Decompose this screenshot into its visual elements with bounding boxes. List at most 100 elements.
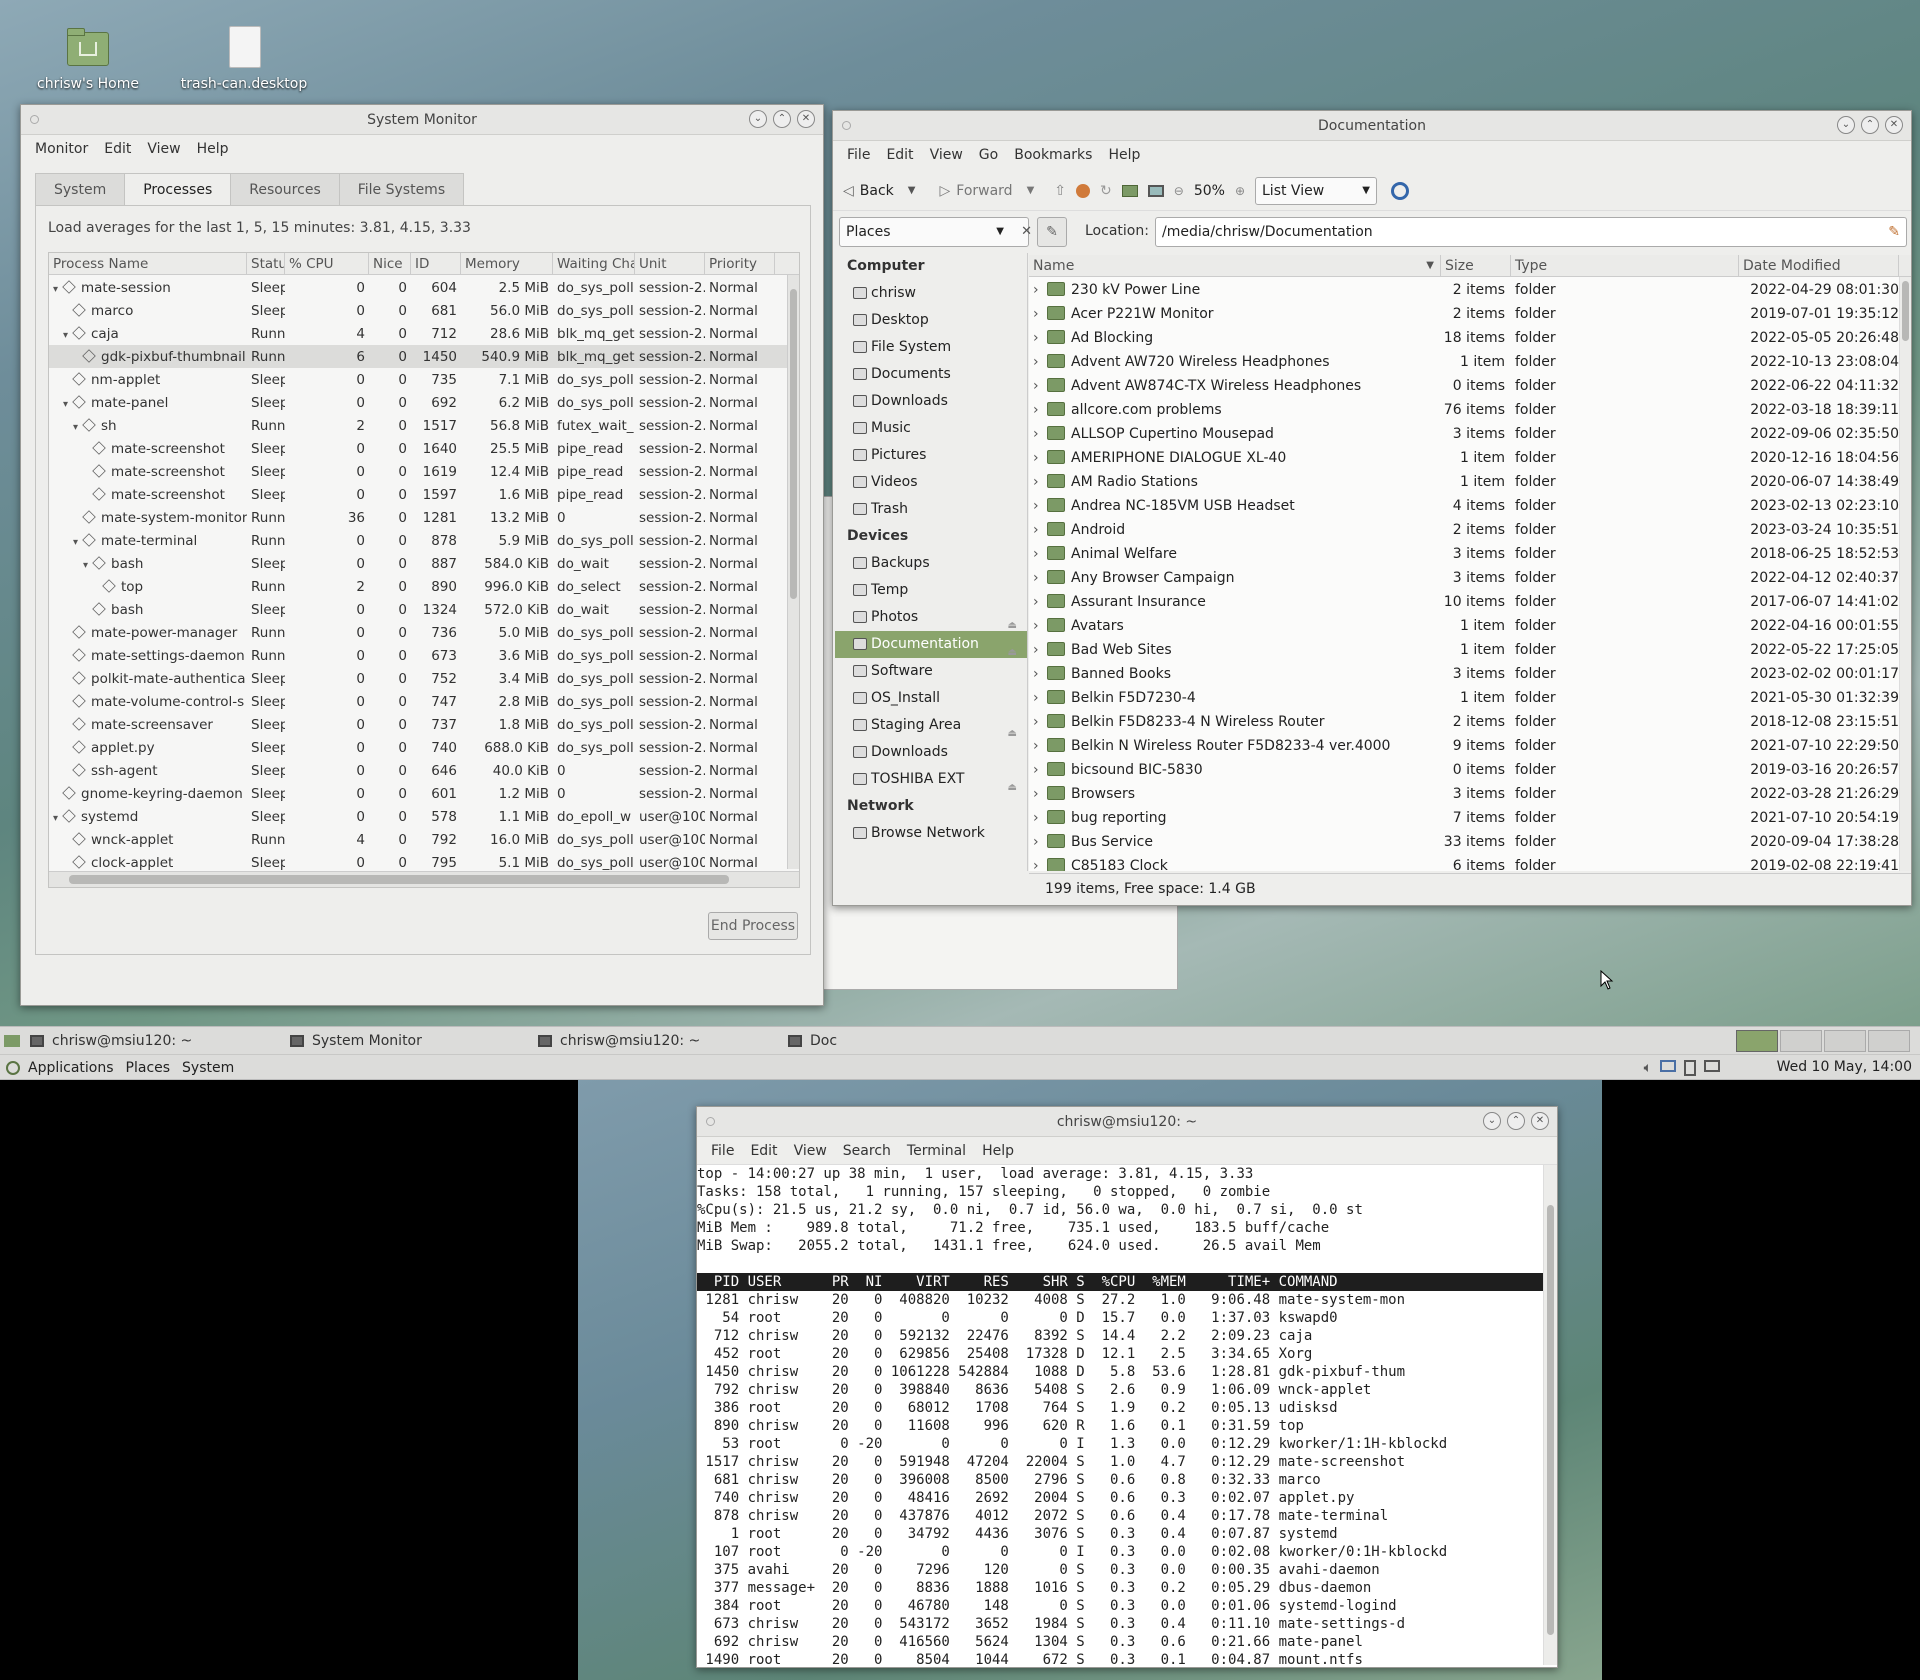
close-icon[interactable]: ✕ <box>1885 116 1903 134</box>
sidebar-item[interactable]: Videos <box>835 469 1027 496</box>
expander-icon[interactable]: ▾ <box>53 813 63 824</box>
list-item[interactable]: › ALLSOP Cupertino Mousepad 3 items folder 2… <box>1029 422 1899 446</box>
vertical-scrollbar[interactable] <box>1899 277 1911 871</box>
places-menu[interactable]: Places <box>126 1060 171 1076</box>
sidebar-item[interactable]: Documentation ⏏ <box>835 631 1027 658</box>
expand-icon[interactable]: › <box>1033 834 1047 850</box>
terminal-titlebar[interactable]: chrisw@msiu120: ~ ⌄ ⌃ ✕ <box>697 1107 1557 1137</box>
col-waiting-channel[interactable]: Waiting Cha <box>553 253 635 274</box>
hscrollbar-thumb[interactable] <box>69 875 729 884</box>
expand-icon[interactable]: › <box>1033 666 1047 682</box>
location-input[interactable]: /media/chrisw/Documentation ✎ <box>1155 217 1907 247</box>
workspace-1[interactable] <box>1736 1030 1778 1052</box>
list-item[interactable]: › Belkin N Wireless Router F5D8233-4 ver.… <box>1029 734 1899 758</box>
menu-bookmarks[interactable]: Bookmarks <box>1006 147 1100 163</box>
close-icon[interactable]: ✕ <box>797 110 815 128</box>
close-icon[interactable]: ✕ <box>1531 1112 1549 1130</box>
sidebar-item[interactable]: Backups <box>835 550 1027 577</box>
expand-icon[interactable]: › <box>1033 522 1047 538</box>
menu-file[interactable]: File <box>839 147 878 163</box>
sidebar-item[interactable]: chrisw <box>835 280 1027 307</box>
table-row[interactable]: top Runn 2 0 890 996.0 KiB do_select session-2.… <box>49 575 787 598</box>
view-mode-select[interactable]: List View ▼ <box>1255 176 1377 205</box>
table-row[interactable]: bash Sleep 0 0 1324 572.0 KiB do_wait session-2… <box>49 598 787 621</box>
sidebar-item[interactable]: Pictures <box>835 442 1027 469</box>
expand-icon[interactable]: › <box>1033 810 1047 826</box>
minimize-icon[interactable]: ⌄ <box>749 110 767 128</box>
expand-icon[interactable]: › <box>1033 306 1047 322</box>
expand-icon[interactable]: › <box>1033 330 1047 346</box>
zoom-in-icon[interactable]: ⊕ <box>1235 184 1245 198</box>
taskbar-item[interactable]: System Monitor <box>290 1033 538 1049</box>
tab-resources[interactable]: Resources <box>230 173 340 205</box>
terminal-scrollbar[interactable] <box>1543 1165 1557 1665</box>
sidebar-item[interactable]: Downloads <box>835 388 1027 415</box>
table-row[interactable]: mate-screenshot Sleep 0 0 1597 1.6 MiB pipe_re… <box>49 483 787 506</box>
vertical-scrollbar[interactable] <box>787 275 799 869</box>
close-sidebar-icon[interactable]: ✕ <box>1021 218 1032 246</box>
sidebar-item[interactable]: Staging Area ⏏ <box>835 712 1027 739</box>
table-row[interactable]: mate-screenshot Sleep 0 0 1619 12.4 MiB pipe_r… <box>49 460 787 483</box>
workspace-3[interactable] <box>1824 1030 1866 1052</box>
table-row[interactable]: gdk-pixbuf-thumbnail Runn 6 0 1450 540.9 MiB b… <box>49 345 787 368</box>
tab-processes[interactable]: Processes <box>124 173 232 205</box>
list-item[interactable]: › C85183 Clock 6 items folder 2019-02-08 22:… <box>1029 854 1899 871</box>
table-row[interactable]: mate-screenshot Sleep 0 0 1640 25.5 MiB pipe_r… <box>49 437 787 460</box>
chevron-down-icon[interactable]: ▼ <box>1027 185 1035 196</box>
applications-menu[interactable]: Applications <box>28 1060 114 1076</box>
expander-icon[interactable]: ▾ <box>63 330 73 341</box>
menu-edit[interactable]: Edit <box>96 141 139 157</box>
list-item[interactable]: › Animal Welfare 3 items folder 2018-06-25 1… <box>1029 542 1899 566</box>
tab-system[interactable]: System <box>35 173 126 205</box>
sidebar-item[interactable]: Temp <box>835 577 1027 604</box>
table-row[interactable]: mate-screensaver Sleep 0 0 737 1.8 MiB do_sys_… <box>49 713 787 736</box>
list-item[interactable]: › Bus Service 33 items folder 2020-09-04 17:… <box>1029 830 1899 854</box>
expand-icon[interactable]: › <box>1033 402 1047 418</box>
chevron-down-icon[interactable]: ▼ <box>908 185 916 196</box>
list-item[interactable]: › Android 2 items folder 2023-03-24 10:35:51 <box>1029 518 1899 542</box>
computer-icon[interactable] <box>1147 184 1164 197</box>
expand-icon[interactable]: › <box>1033 786 1047 802</box>
col-type[interactable]: Type <box>1511 255 1739 276</box>
window-menu-icon[interactable] <box>842 121 851 130</box>
table-row[interactable]: marco Sleep 0 0 681 56.0 MiB do_sys_poll sessio… <box>49 299 787 322</box>
workspace-switcher[interactable] <box>1736 1030 1910 1052</box>
expand-icon[interactable]: › <box>1033 282 1047 298</box>
sidebar-item[interactable]: Music <box>835 415 1027 442</box>
expand-icon[interactable]: › <box>1033 858 1047 871</box>
sidebar-item[interactable]: Browse Network <box>835 820 1027 847</box>
stop-icon[interactable] <box>1076 183 1091 198</box>
menu-view[interactable]: View <box>139 141 188 157</box>
window-menu-icon[interactable] <box>30 115 39 124</box>
zoom-out-icon[interactable]: ⊖ <box>1174 184 1184 198</box>
list-item[interactable]: › Banned Books 3 items folder 2023-02-02 00:… <box>1029 662 1899 686</box>
reload-icon[interactable]: ↻ <box>1100 183 1112 199</box>
list-item[interactable]: › Any Browser Campaign 3 items folder 2022-0… <box>1029 566 1899 590</box>
table-row[interactable]: ▾ systemd Sleep 0 0 578 1.1 MiB do_epoll_w user@… <box>49 805 787 828</box>
menu-edit[interactable]: Edit <box>878 147 921 163</box>
list-item[interactable]: › bicsound BIC-5830 0 items folder 2019-03-1… <box>1029 758 1899 782</box>
expand-icon[interactable]: › <box>1033 498 1047 514</box>
end-process-button[interactable]: End Process <box>708 912 798 940</box>
expander-icon[interactable]: ▾ <box>63 399 73 410</box>
sidebar-item[interactable]: File System <box>835 334 1027 361</box>
sidebar-item[interactable]: Software <box>835 658 1027 685</box>
expand-icon[interactable]: › <box>1033 594 1047 610</box>
show-desktop-icon[interactable] <box>4 1034 20 1047</box>
maximize-icon[interactable]: ⌃ <box>1507 1112 1525 1130</box>
list-item[interactable]: › Belkin F5D8233-4 N Wireless Router 2 ite… <box>1029 710 1899 734</box>
horizontal-scrollbar[interactable] <box>49 871 799 887</box>
terminal-output[interactable]: top - 14:00:27 up 38 min, 1 user, load a… <box>697 1165 1543 1665</box>
table-row[interactable]: ▾ sh Runn 2 0 1517 56.8 MiB futex_wait_ session-… <box>49 414 787 437</box>
table-row[interactable]: ▾ mate-session Sleep 0 0 604 2.5 MiB do_sys_pol… <box>49 276 787 299</box>
clipboard-icon[interactable] <box>1684 1060 1696 1076</box>
table-row[interactable]: mate-system-monitor Runn 36 0 1281 13.2 MiB 0 s… <box>49 506 787 529</box>
expand-icon[interactable]: › <box>1033 426 1047 442</box>
table-row[interactable]: mate-settings-daemon Runn 0 0 673 3.6 MiB do_s… <box>49 644 787 667</box>
home-folder-desktop-icon[interactable]: chrisw's Home <box>18 24 158 92</box>
system-menu[interactable]: System <box>182 1060 234 1076</box>
menu-help[interactable]: Help <box>974 1143 1022 1159</box>
expand-icon[interactable]: › <box>1033 546 1047 562</box>
col-status[interactable]: Statu <box>247 253 285 274</box>
system-monitor-titlebar[interactable]: System Monitor ⌄ ⌃ ✕ <box>21 105 823 135</box>
